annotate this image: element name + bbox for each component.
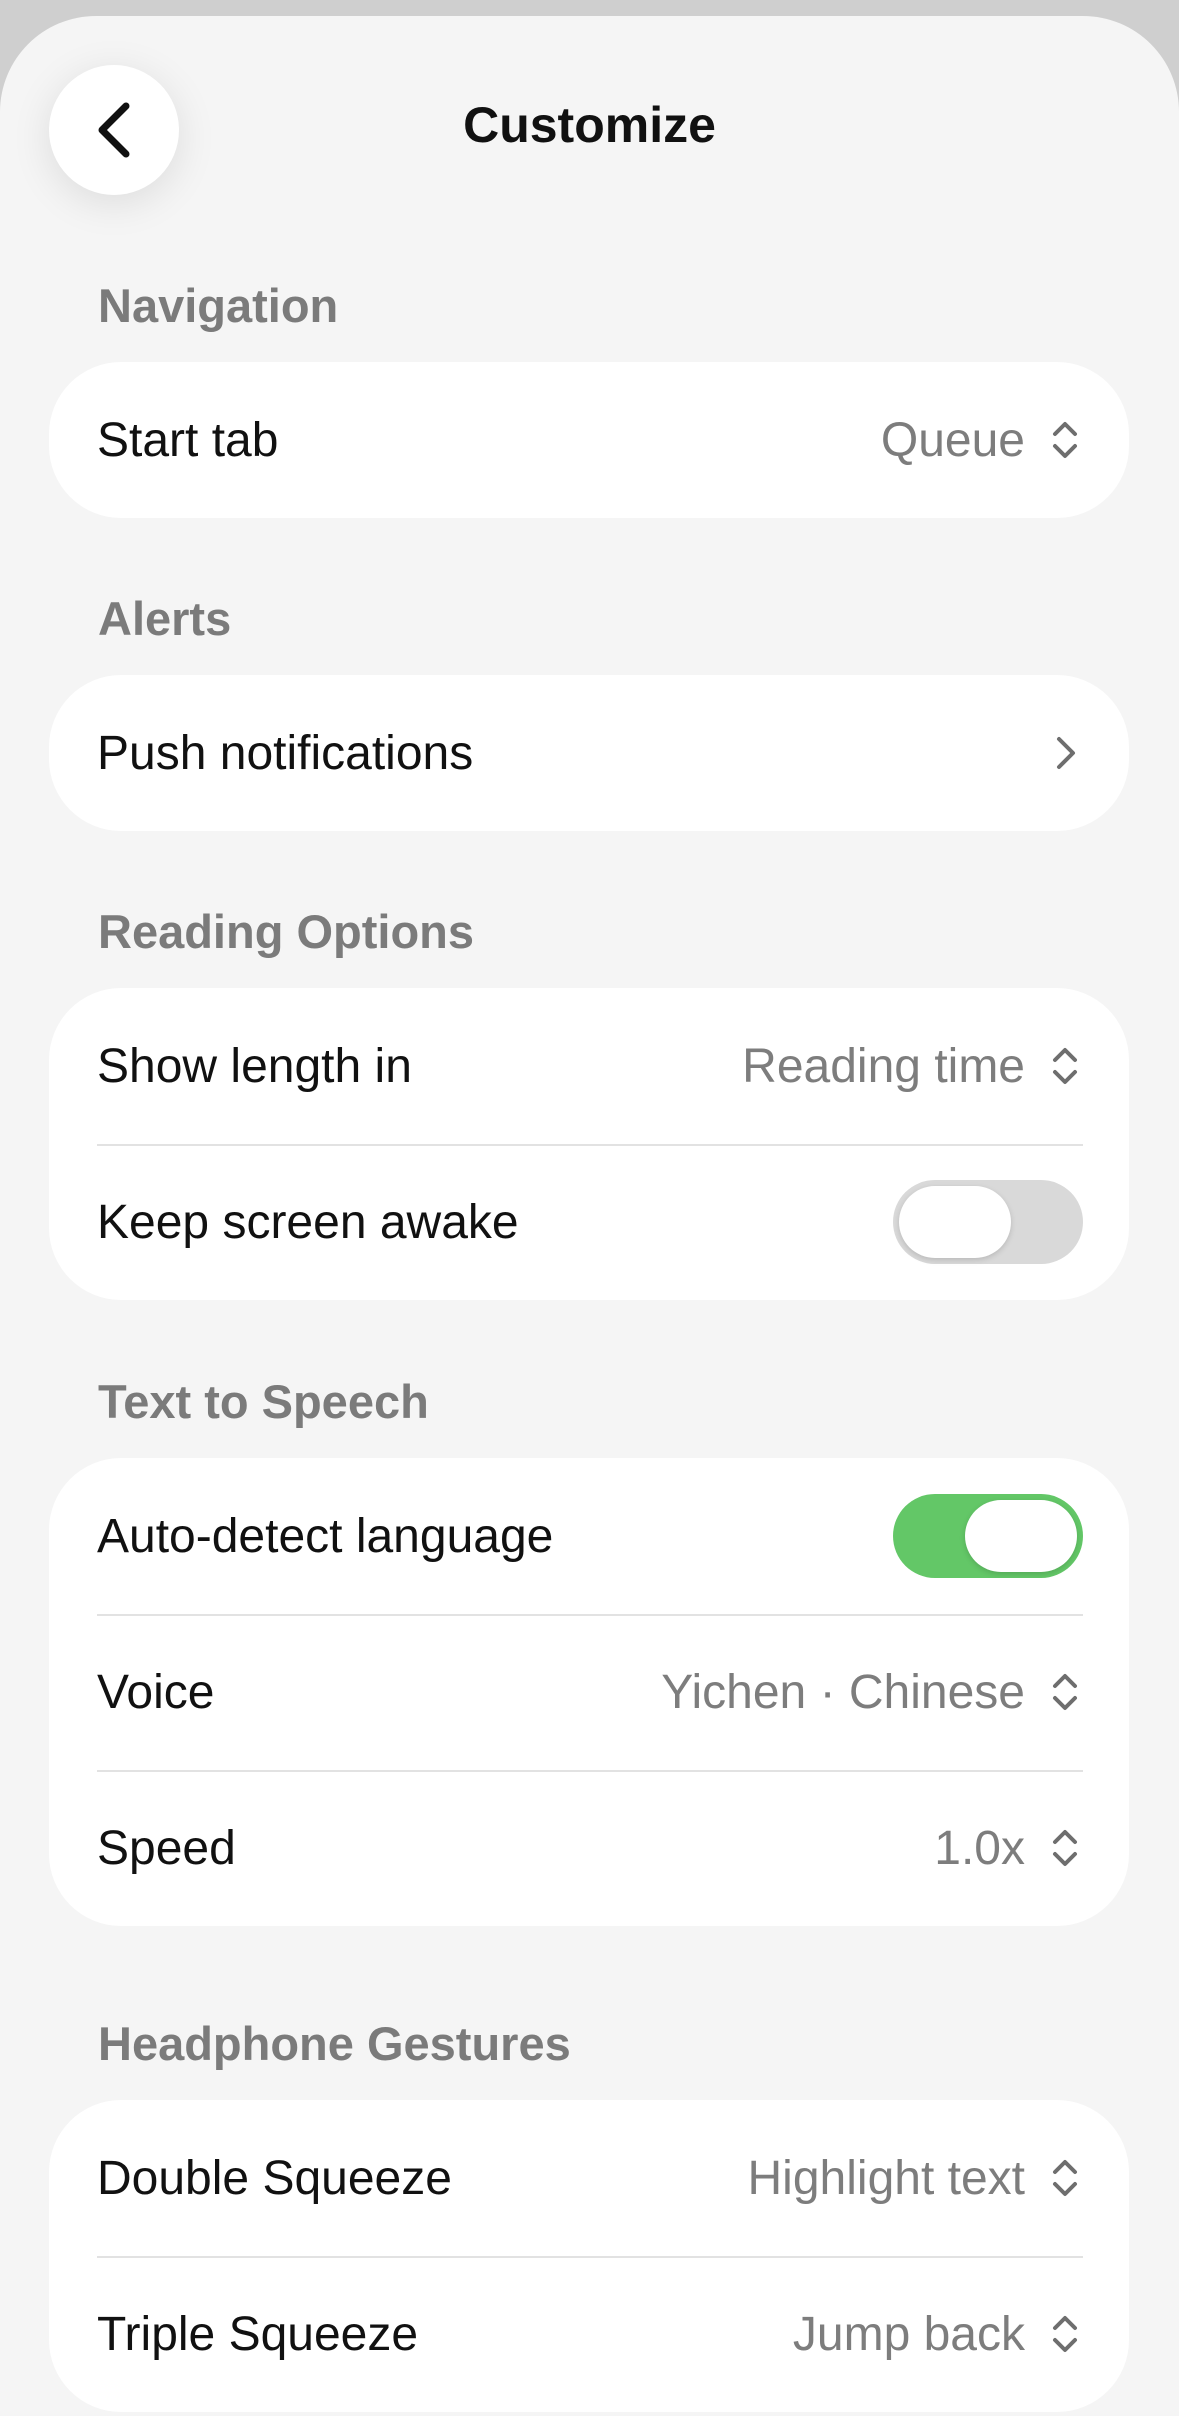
show-length-label: Show length in [97,1039,412,1093]
tts-card: Auto-detect language Voice Yichen · Chin… [49,1458,1129,1926]
chevron-up-down-icon [1047,1668,1083,1716]
keep-awake-label: Keep screen awake [97,1195,519,1249]
navigation-card: Start tab Queue [49,362,1129,518]
chevron-up-down-icon [1047,416,1083,464]
triple-squeeze-value: Jump back [792,2307,1025,2361]
triple-squeeze-row[interactable]: Triple Squeeze Jump back [49,2256,1129,2412]
start-tab-value: Queue [880,413,1025,467]
reading-options-card: Show length in Reading time Keep screen … [49,988,1129,1300]
chevron-up-down-icon [1047,1824,1083,1872]
speed-label: Speed [97,1821,236,1875]
page-title: Customize [463,97,716,153]
section-header-tts: Text to Speech [98,1375,429,1428]
section-header-headphone: Headphone Gestures [98,2017,571,2070]
voice-value: Yichen · Chinese [661,1665,1025,1719]
push-notifications-row[interactable]: Push notifications [49,675,1129,831]
keep-awake-toggle[interactable] [893,1180,1083,1264]
show-length-row[interactable]: Show length in Reading time [49,988,1129,1144]
chevron-right-icon [1047,729,1083,777]
toggle-knob [965,1500,1077,1572]
chevron-up-down-icon [1047,2154,1083,2202]
section-header-reading-options: Reading Options [98,905,474,958]
chevron-up-down-icon [1047,1042,1083,1090]
auto-detect-label: Auto-detect language [97,1509,554,1563]
triple-squeeze-label: Triple Squeeze [97,2307,419,2361]
chevron-up-down-icon [1047,2310,1083,2358]
speed-row[interactable]: Speed 1.0x [49,1770,1129,1926]
double-squeeze-value: Highlight text [747,2151,1025,2205]
voice-row[interactable]: Voice Yichen · Chinese [49,1614,1129,1770]
headphone-card: Double Squeeze Highlight text Triple Squ… [49,2100,1129,2412]
toggle-knob [899,1186,1011,1258]
start-tab-label: Start tab [97,413,279,467]
keep-awake-row: Keep screen awake [49,1144,1129,1300]
voice-label: Voice [97,1665,215,1719]
section-header-alerts: Alerts [98,592,232,645]
alerts-card: Push notifications [49,675,1129,831]
show-length-value: Reading time [742,1039,1025,1093]
section-header-navigation: Navigation [98,279,339,332]
double-squeeze-row[interactable]: Double Squeeze Highlight text [49,2100,1129,2256]
auto-detect-row: Auto-detect language [49,1458,1129,1614]
speed-value: 1.0x [934,1821,1025,1875]
start-tab-row[interactable]: Start tab Queue [49,362,1129,518]
push-notifications-label: Push notifications [97,726,474,780]
auto-detect-toggle[interactable] [893,1494,1083,1578]
settings-sheet: Customize Navigation Start tab Queue Ale… [0,16,1179,2416]
double-squeeze-label: Double Squeeze [97,2151,452,2205]
